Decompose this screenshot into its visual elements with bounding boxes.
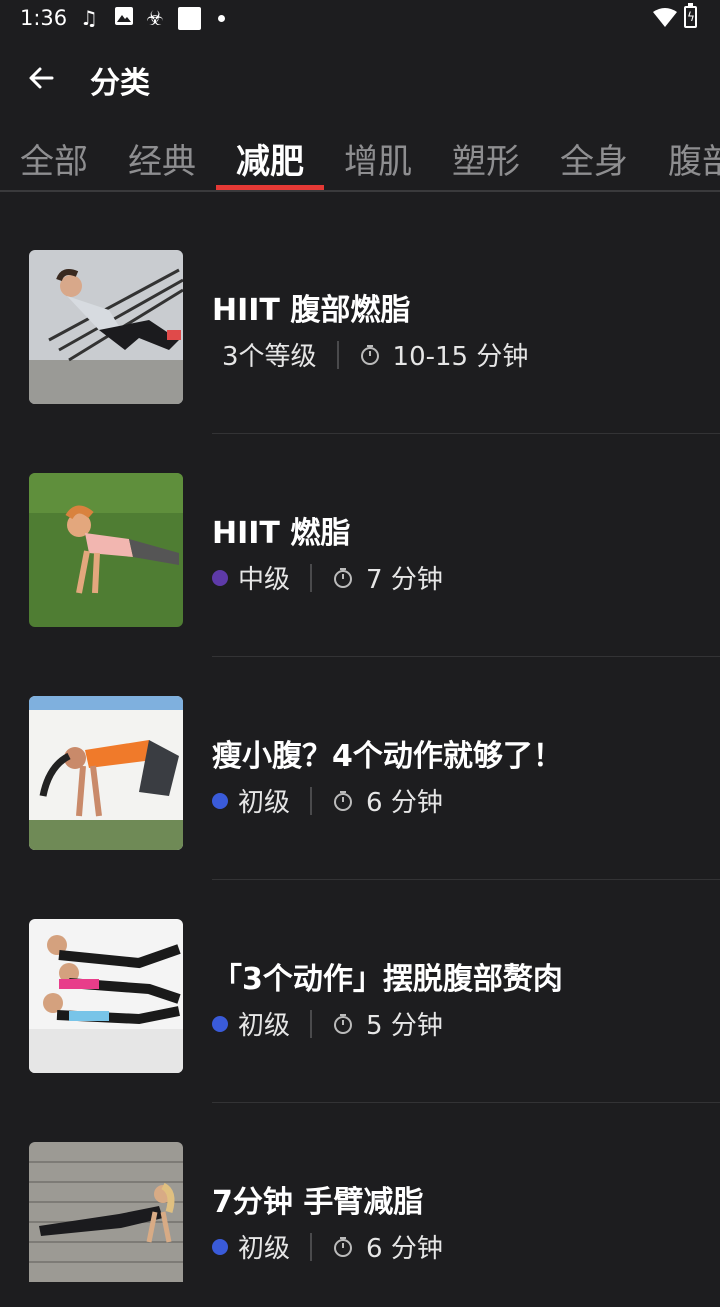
tab-full-body[interactable]: 全身 xyxy=(540,134,648,183)
tab-muscle[interactable]: 增肌 xyxy=(324,134,432,183)
status-time: 1:36 xyxy=(20,6,68,30)
tab-abs[interactable]: 腹部 xyxy=(648,134,720,183)
music-note-icon: ♫ xyxy=(80,6,98,30)
workout-item[interactable]: 7分钟 手臂减脂 初级 6 分钟 xyxy=(0,1084,720,1307)
workout-title: HIIT 腹部燃脂 xyxy=(212,293,411,328)
stopwatch-icon xyxy=(334,1236,353,1257)
workout-thumbnail xyxy=(29,1142,183,1282)
workout-thumbnail xyxy=(29,919,183,1073)
duration-label: 10-15 分钟 xyxy=(392,342,529,372)
app-notification-icon xyxy=(178,7,201,30)
level-label: 中级 xyxy=(238,565,291,595)
tab-weight-loss[interactable]: 减肥 xyxy=(216,134,324,183)
workout-title: HIIT 燃脂 xyxy=(212,516,351,551)
workout-item[interactable]: 「3个动作」摆脱腹部赘肉 初级 5 分钟 xyxy=(0,861,720,1103)
meta-divider xyxy=(310,1232,313,1261)
workout-thumbnail xyxy=(29,473,183,627)
workout-meta: 初级 5 分钟 xyxy=(212,1005,443,1042)
stopwatch-icon xyxy=(334,567,353,588)
workout-meta: 初级 6 分钟 xyxy=(212,782,443,819)
status-bar: 1:36 ♫ ☣ ϟ xyxy=(0,0,720,38)
duration-label: 7 分钟 xyxy=(366,565,443,595)
more-notifications-icon xyxy=(218,15,225,22)
notification-icon: ☣ xyxy=(146,6,164,30)
duration-label: 6 分钟 xyxy=(366,788,443,818)
level-label: 3个等级 xyxy=(222,342,317,372)
category-tabs: 全部 经典 减肥 增肌 塑形 全身 腹部 xyxy=(0,120,720,192)
workout-meta: 3个等级 10-15 分钟 xyxy=(212,336,528,373)
stopwatch-icon xyxy=(334,790,353,811)
workout-meta: 中级 7 分钟 xyxy=(212,559,443,596)
tab-classic[interactable]: 经典 xyxy=(108,134,216,183)
level-dot xyxy=(212,569,228,586)
image-icon xyxy=(114,6,134,31)
page-title: 分类 xyxy=(90,66,150,101)
duration-label: 6 分钟 xyxy=(366,1234,443,1264)
battery-icon: ϟ xyxy=(684,3,697,28)
level-dot xyxy=(212,1238,228,1255)
workout-item[interactable]: 瘦小腹？4个动作就够了！ 初级 6 分钟 xyxy=(0,638,720,880)
workout-thumbnail xyxy=(29,696,183,850)
back-arrow-icon[interactable] xyxy=(24,60,60,96)
workout-item[interactable]: HIIT 腹部燃脂 3个等级 10-15 分钟 xyxy=(0,192,720,434)
level-dot xyxy=(212,1015,228,1032)
toolbar: 分类 xyxy=(0,40,720,120)
meta-divider xyxy=(336,340,339,369)
workout-title: 「3个动作」摆脱腹部赘肉 xyxy=(212,962,563,997)
workout-thumbnail xyxy=(29,250,183,404)
level-dot xyxy=(212,792,228,809)
wifi-icon xyxy=(653,8,677,32)
meta-divider xyxy=(310,563,313,592)
level-label: 初级 xyxy=(238,1234,291,1264)
level-label: 初级 xyxy=(238,1011,291,1041)
workout-meta: 初级 6 分钟 xyxy=(212,1228,443,1265)
stopwatch-icon xyxy=(360,344,379,365)
workout-title: 7分钟 手臂减脂 xyxy=(212,1185,424,1220)
tab-shaping[interactable]: 塑形 xyxy=(432,134,540,183)
active-tab-indicator xyxy=(216,185,324,190)
meta-divider xyxy=(310,786,313,815)
tab-all[interactable]: 全部 xyxy=(0,134,108,183)
level-label: 初级 xyxy=(238,788,291,818)
workout-item[interactable]: HIIT 燃脂 中级 7 分钟 xyxy=(0,415,720,657)
duration-label: 5 分钟 xyxy=(366,1011,443,1041)
stopwatch-icon xyxy=(334,1013,353,1034)
workout-title: 瘦小腹？4个动作就够了！ xyxy=(212,739,563,774)
meta-divider xyxy=(310,1009,313,1038)
